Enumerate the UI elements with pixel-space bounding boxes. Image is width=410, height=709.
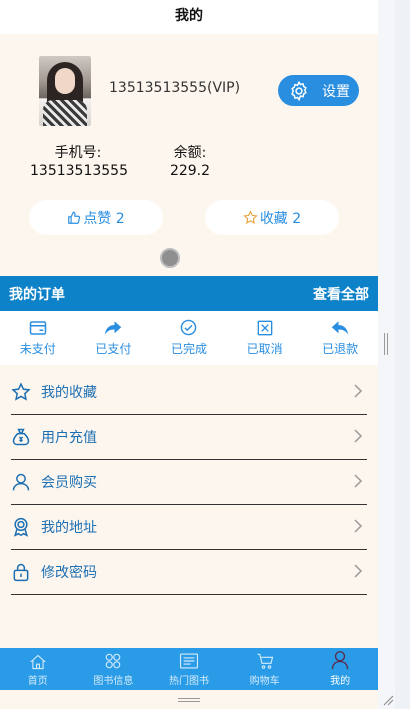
user-icon [11,472,41,492]
favorites-label: 收藏 2 [259,210,302,227]
likes-label: 点赞 2 [83,210,125,227]
order-status-completed[interactable]: 已完成 [151,311,227,365]
chevron-right-icon [354,519,363,533]
phone-value: 13513513555 [30,163,128,179]
avatar-face [55,68,75,94]
balance-info: 余额: 229.2 [160,144,220,180]
gear-icon [291,80,307,101]
orders-title: 我的订单 [9,286,65,303]
news-icon [179,653,199,669]
order-status-paid[interactable]: 已支付 [76,311,152,365]
order-status-row: 未支付 已支付 已完成 已取消 已退款 [0,311,378,365]
app-screen: 我的 13513513555(VIP) 设置 手机号: 13513513555 … [0,0,378,709]
grid-icon [106,653,121,669]
menu-item-password[interactable]: 修改密码 [11,550,367,595]
tab-label: 我的 [330,676,351,687]
avatar[interactable] [39,56,91,126]
menu-item-label: 会员购买 [41,475,97,491]
tab-bar: 首页 图书信息 热门图书 购物车 我的 [0,648,378,690]
menu-item-label: 修改密码 [41,565,97,581]
cart-icon [257,653,273,669]
view-all-link[interactable]: 查看全部 [313,284,369,304]
phone-label: 手机号: [54,145,102,161]
order-status-label: 已完成 [170,342,207,356]
order-status-label: 已退款 [322,341,359,356]
tab-label: 图书信息 [93,676,134,687]
tab-cart[interactable]: 购物车 [227,648,303,690]
tab-profile[interactable]: 我的 [302,648,378,690]
tab-books[interactable]: 图书信息 [76,648,152,690]
avatar-shirt [43,100,87,126]
tab-label: 首页 [27,676,48,687]
settings-label: 设置 [322,83,350,100]
money-bag-icon [11,427,41,447]
balance-value: 229.2 [169,163,211,179]
tab-hot-books[interactable]: 热门图书 [151,648,227,690]
order-status-cancelled[interactable]: 已取消 [227,311,303,365]
menu-list: 我的收藏 用户充值 会员购买 我的地址 修改密码 [11,370,367,595]
badge-icon [11,517,41,537]
chevron-right-icon [354,474,363,488]
star-icon [11,382,41,402]
menu-item-membership[interactable]: 会员购买 [11,460,367,505]
forward-arrow-icon [105,320,122,335]
favorites-button[interactable]: 收藏 2 [205,200,339,235]
check-circle-icon [181,319,197,336]
phone-info: 手机号: 13513513555 [30,144,128,180]
order-status-label: 已取消 [246,341,283,356]
lock-icon [11,562,41,582]
thumbs-up-icon [68,211,81,224]
chevron-right-icon [354,429,363,443]
menu-item-label: 我的地址 [41,520,97,536]
order-status-unpaid[interactable]: 未支付 [0,311,76,365]
person-icon [331,651,349,670]
menu-item-label: 用户充值 [41,430,97,446]
return-arrow-icon [331,320,349,335]
star-outline-icon [243,210,258,224]
tab-label: 购物车 [249,676,280,687]
page-title: 我的 [0,0,378,34]
scroll-handle[interactable] [384,333,388,355]
order-status-label: 已支付 [95,341,132,356]
chevron-right-icon [354,564,363,578]
card-icon [29,320,47,335]
orders-header: 我的订单 查看全部 [0,276,378,311]
menu-item-address[interactable]: 我的地址 [11,505,367,550]
tab-label: 热门图书 [168,676,209,687]
resize-grip-icon[interactable] [382,694,394,706]
likes-button[interactable]: 点赞 2 [29,200,163,235]
home-icon [30,654,46,670]
menu-item-label: 我的收藏 [41,385,97,401]
tab-home[interactable]: 首页 [0,648,76,690]
chevron-right-icon [354,384,363,398]
balance-label: 余额: [173,145,207,161]
menu-item-favorites[interactable]: 我的收藏 [11,370,367,415]
indicator-dot [160,248,180,268]
account-name: 13513513555(VIP) [109,80,241,96]
x-box-icon [257,320,272,335]
settings-button[interactable]: 设置 [278,75,359,106]
menu-item-recharge[interactable]: 用户充值 [11,415,367,460]
order-status-label: 未支付 [19,341,56,356]
home-indicator [178,698,200,702]
profile-section: 13513513555(VIP) 设置 手机号: 13513513555 余额:… [0,34,378,276]
order-status-refunded[interactable]: 已退款 [302,311,378,365]
